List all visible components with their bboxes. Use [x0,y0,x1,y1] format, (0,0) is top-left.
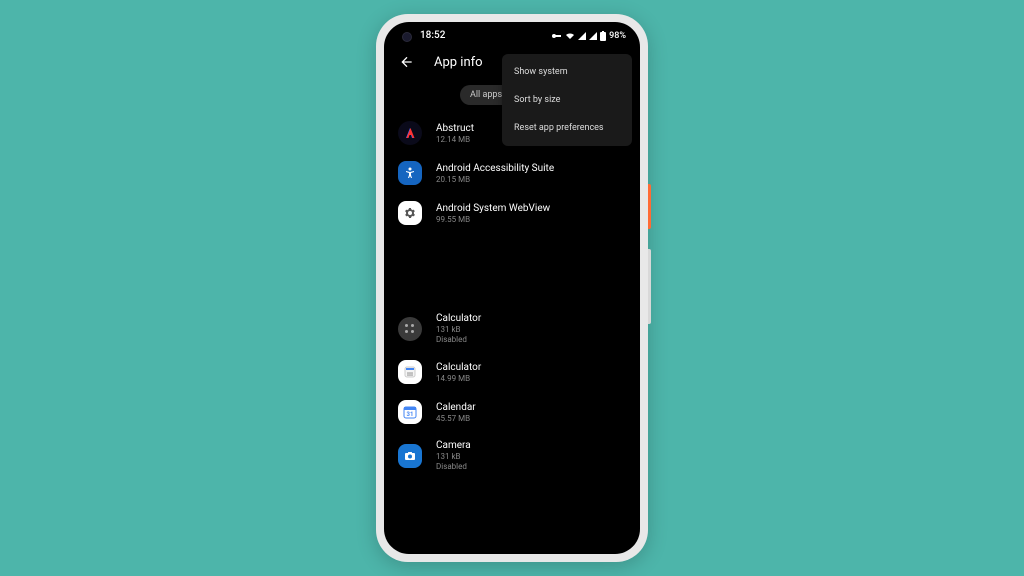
signal-icon-1 [578,32,586,40]
status-time: 18:52 [420,30,445,41]
app-icon [398,360,422,384]
app-name: Camera [436,440,471,451]
wifi-icon [565,32,575,40]
app-size: 14.99 MB [436,374,481,383]
camera-hole [402,32,412,42]
battery-percent: 98% [609,31,626,41]
app-icon [398,444,422,468]
app-info: Camera 131 kB Disabled [436,440,471,471]
phone-frame: 18:52 98% [376,14,648,562]
app-size: 99.55 MB [436,215,550,224]
app-name: Abstruct [436,123,474,134]
app-item-calculator-1[interactable]: Calculator 131 kB Disabled [398,305,626,352]
app-size: 12.14 MB [436,135,474,144]
app-info: Android System WebView 99.55 MB [436,203,550,224]
app-icon: 31 [398,400,422,424]
app-info: Calculator 14.99 MB [436,362,481,383]
back-button[interactable] [398,53,416,71]
overflow-menu: Show system Sort by size Reset app prefe… [502,54,632,146]
app-icon [398,201,422,225]
app-size: 131 kB [436,325,481,334]
app-item-webview[interactable]: Android System WebView 99.55 MB [398,193,626,233]
app-status: Disabled [436,462,471,471]
volume-button [648,249,651,324]
app-name: Calculator [436,362,481,373]
app-info: Calendar 45.57 MB [436,402,476,423]
app-item-accessibility[interactable]: Android Accessibility Suite 20.15 MB [398,153,626,193]
app-icon [398,161,422,185]
app-icon [398,121,422,145]
gap [398,233,626,305]
signal-icon-2 [589,32,597,40]
vpn-icon [552,32,562,40]
battery-icon [600,31,606,41]
app-info: Abstruct 12.14 MB [436,123,474,144]
app-icon [398,317,422,341]
app-name: Android System WebView [436,203,550,214]
app-size: 20.15 MB [436,175,554,184]
status-bar: 18:52 98% [384,22,640,45]
app-info: Android Accessibility Suite 20.15 MB [436,163,554,184]
app-size: 45.57 MB [436,414,476,423]
app-status: Disabled [436,335,481,344]
page-title: App info [434,55,483,70]
menu-show-system[interactable]: Show system [502,58,632,86]
status-indicators: 98% [552,31,626,41]
app-size: 131 kB [436,452,471,461]
menu-sort-by-size[interactable]: Sort by size [502,86,632,114]
menu-reset-preferences[interactable]: Reset app preferences [502,114,632,142]
app-item-camera[interactable]: Camera 131 kB Disabled [398,432,626,479]
app-list[interactable]: Abstruct 12.14 MB Android Accessibility … [384,113,640,479]
app-name: Calendar [436,402,476,413]
app-info: Calculator 131 kB Disabled [436,313,481,344]
app-name: Android Accessibility Suite [436,163,554,174]
svg-text:31: 31 [407,411,414,418]
app-item-calendar[interactable]: 31 Calendar 45.57 MB [398,392,626,432]
screen: 18:52 98% [384,22,640,554]
app-item-calculator-2[interactable]: Calculator 14.99 MB [398,352,626,392]
power-button [648,184,651,229]
app-name: Calculator [436,313,481,324]
